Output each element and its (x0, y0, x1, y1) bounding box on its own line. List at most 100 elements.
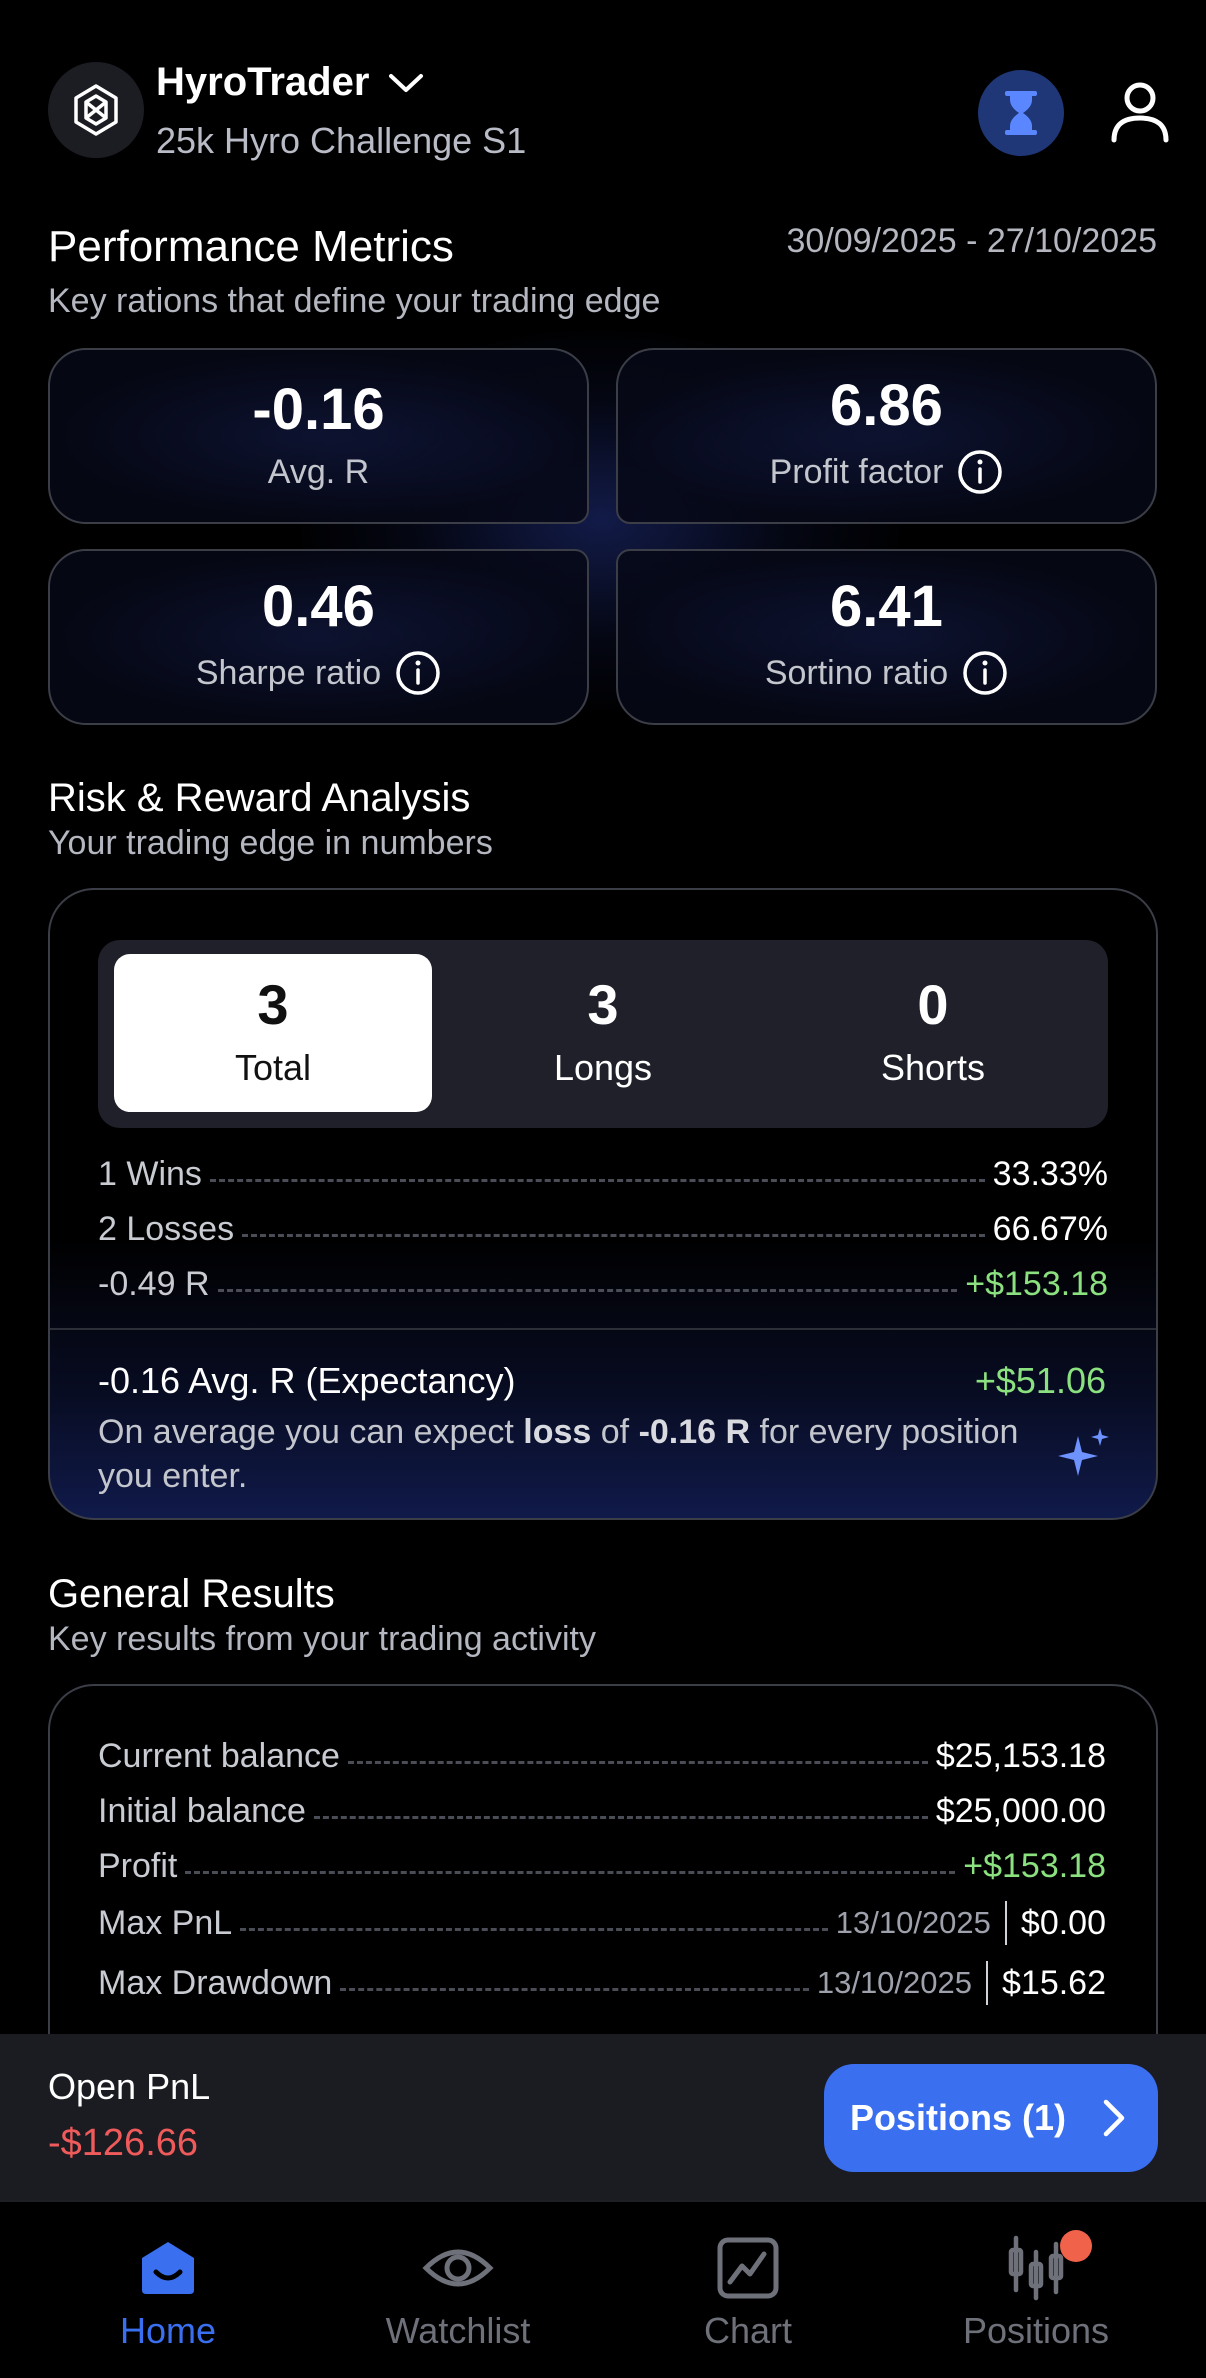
metric-value: -0.16 (252, 376, 385, 442)
tab-label: Home (119, 2310, 217, 2351)
divider (50, 1328, 1156, 1330)
metric-label: Sortino ratio (764, 653, 949, 692)
hyrotrader-logo-icon[interactable] (48, 62, 144, 158)
user-icon (1111, 82, 1169, 143)
performance-title: Performance Metrics (48, 222, 454, 271)
text-fragment: of (591, 1413, 639, 1451)
row-label: Max Drawdown (98, 1963, 333, 2002)
hourglass-icon (1005, 91, 1037, 135)
trade-type-segmented-control: 3 Total 3 Longs 0 Shorts (98, 940, 1108, 1128)
info-icon[interactable] (395, 650, 441, 696)
tab-label: Watchlist (385, 2310, 531, 2351)
tab-chart[interactable]: Chart (638, 2232, 858, 2352)
metric-label: Sharpe ratio (195, 653, 382, 692)
app-header: HyroTrader 25k Hyro Challenge S1 (48, 60, 1169, 170)
metric-value: 6.86 (830, 373, 943, 438)
row-label: Profit (98, 1846, 178, 1885)
risk-card: 3 Total 3 Longs 0 Shorts 1 Wins 33.33% 2… (48, 888, 1158, 1520)
row-value: $15.62 (1002, 1963, 1106, 2002)
row-value: +$153.18 (963, 1846, 1106, 1885)
open-pnl-value: -$126.66 (48, 2122, 199, 2164)
notification-badge (1060, 2230, 1092, 2262)
losses-row: 2 Losses 66.67% (98, 1207, 1108, 1251)
expectancy-value: +$51.06 (974, 1360, 1106, 1401)
account-name: HyroTrader (156, 60, 370, 104)
timer-button[interactable] (978, 70, 1064, 156)
current-balance-row: Current balance $25,153.18 (98, 1733, 1106, 1779)
positions-button-label: Positions (1) (850, 2097, 1067, 2138)
dotted-leader (240, 1927, 828, 1931)
row-value: $25,153.18 (935, 1736, 1106, 1775)
positions-button[interactable]: Positions (1) (824, 2064, 1158, 2172)
segment-longs[interactable]: 3 Longs (444, 954, 762, 1112)
row-label: 1 Wins (98, 1154, 202, 1193)
text-bold: -0.16 R (638, 1413, 751, 1451)
text-fragment: On average you can expect (98, 1413, 524, 1451)
info-icon[interactable] (962, 650, 1008, 696)
wins-row: 1 Wins 33.33% (98, 1152, 1108, 1196)
row-label: 2 Losses (98, 1209, 235, 1248)
chevron-right-icon (1103, 2099, 1125, 2137)
eye-icon (422, 2249, 494, 2287)
segment-label: Total (234, 1047, 312, 1088)
row-label: -0.49 R (98, 1264, 210, 1303)
max-pnl-row: Max PnL 13/10/2025 $0.00 (98, 1900, 1106, 1946)
dotted-leader (209, 1178, 985, 1182)
segment-label: Shorts (880, 1047, 986, 1088)
row-label: Max PnL (98, 1903, 233, 1942)
initial-balance-row: Initial balance $25,000.00 (98, 1788, 1106, 1834)
metric-avg-r: -0.16 Avg. R (48, 348, 589, 524)
row-date: 13/10/2025 (835, 1905, 991, 1940)
tab-label: Positions (962, 2310, 1110, 2351)
dotted-leader (340, 1987, 809, 1991)
chevron-down-icon (389, 73, 424, 92)
performance-subtitle: Key rations that define your trading edg… (48, 282, 661, 320)
row-value: +$153.18 (965, 1264, 1108, 1303)
row-value: 33.33% (992, 1154, 1108, 1193)
profit-row: Profit +$153.18 (98, 1843, 1106, 1889)
open-pnl-bar: Open PnL -$126.66 Positions (1) (0, 2034, 1206, 2200)
metric-label: Profit factor (769, 452, 944, 491)
segment-value: 3 (257, 973, 289, 1036)
row-label: Current balance (98, 1736, 340, 1775)
row-date: 13/10/2025 (816, 1965, 972, 2000)
segment-value: 3 (587, 973, 619, 1036)
row-value: 66.67% (992, 1209, 1108, 1248)
info-icon[interactable] (957, 449, 1003, 495)
general-subtitle: Key results from your trading activity (48, 1620, 596, 1658)
dotted-leader (313, 1815, 928, 1819)
metric-label: Avg. R (267, 452, 370, 491)
account-subtitle: 25k Hyro Challenge S1 (156, 120, 527, 161)
tab-watchlist[interactable]: Watchlist (348, 2232, 568, 2352)
profile-button[interactable] (1100, 72, 1180, 152)
r-total-row: -0.49 R +$153.18 (98, 1262, 1108, 1306)
segment-label: Longs (553, 1047, 653, 1088)
chart-icon (717, 2237, 779, 2299)
account-switcher[interactable]: HyroTrader (156, 60, 425, 105)
metric-sortino-ratio: 6.41 Sortino ratio (616, 549, 1157, 725)
tab-home[interactable]: Home (58, 2232, 278, 2352)
expectancy-title: -0.16 Avg. R (Expectancy) (98, 1360, 516, 1401)
open-pnl-label: Open PnL (48, 2066, 211, 2107)
separator (986, 1961, 988, 2005)
date-range[interactable]: 30/09/2025 - 27/10/2025 (786, 222, 1157, 261)
metric-profit-factor: 6.86 Profit factor (616, 348, 1157, 524)
segment-total[interactable]: 3 Total (114, 954, 432, 1112)
dotted-leader (347, 1760, 928, 1764)
metric-value: 6.41 (830, 574, 943, 639)
separator (1004, 1901, 1007, 1945)
dotted-leader (242, 1233, 985, 1237)
tab-positions[interactable]: Positions (926, 2230, 1146, 2352)
metric-value: 0.46 (262, 574, 375, 639)
dotted-leader (217, 1288, 958, 1292)
home-icon (142, 2242, 194, 2294)
tab-label: Chart (703, 2310, 793, 2351)
text-bold: loss (523, 1413, 592, 1451)
risk-title: Risk & Reward Analysis (48, 776, 471, 820)
segment-shorts[interactable]: 0 Shorts (774, 954, 1092, 1112)
general-title: General Results (48, 1572, 335, 1616)
sparkle-icon[interactable] (1056, 1426, 1112, 1482)
segment-value: 0 (917, 973, 949, 1036)
dotted-leader (185, 1870, 956, 1874)
risk-subtitle: Your trading edge in numbers (48, 824, 493, 862)
